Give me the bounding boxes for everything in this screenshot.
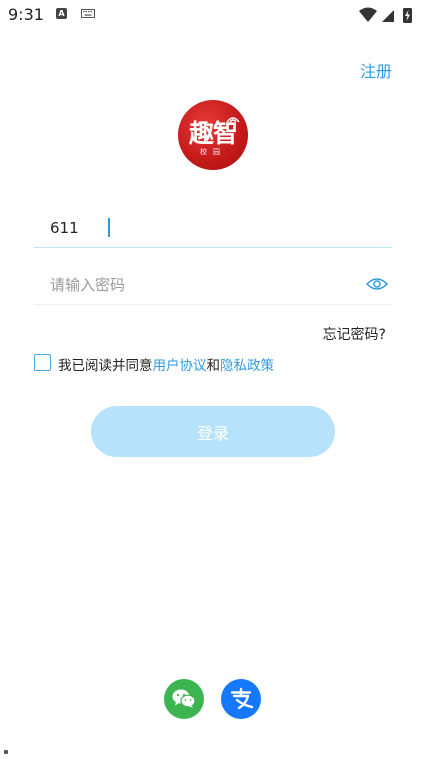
alipay-icon [230,687,254,710]
agreement-and: 和 [206,358,221,374]
app-logo: 趣智 校园 [178,100,248,170]
notification-icon: A [56,8,67,19]
password-input[interactable] [50,271,350,299]
corner-indicator [4,750,8,754]
privacy-policy-link[interactable]: 隐私政策 [220,358,274,374]
user-agreement-link[interactable]: 用户协议 [153,358,207,374]
agreement-checkbox[interactable] [34,354,51,371]
eye-icon[interactable] [366,276,388,292]
status-icons [359,7,412,23]
agreement-row: 我已阅读并同意用户协议和隐私政策 [34,353,394,374]
register-link[interactable]: 注册 [360,58,392,82]
signal-icon [382,10,394,22]
account-field[interactable] [34,208,392,248]
wifi-wave-icon [226,117,240,123]
wifi-icon [359,7,377,22]
wechat-icon [172,689,196,708]
alipay-login-button[interactable] [221,679,261,719]
agreement-prefix: 我已阅读并同意 [58,358,153,374]
agreement-text: 我已阅读并同意用户协议和隐私政策 [58,354,274,374]
status-bar: 9:31 A [0,0,426,30]
account-input[interactable] [50,214,350,242]
forgot-password-link[interactable]: 忘记密码? [323,324,386,344]
wechat-login-button[interactable] [164,679,204,719]
text-cursor [108,218,110,237]
keyboard-icon [81,9,95,18]
status-time: 9:31 [8,5,44,24]
login-button[interactable]: 登录 [91,406,335,457]
logo-subtitle: 校园 [200,148,226,156]
password-field[interactable] [34,265,392,305]
